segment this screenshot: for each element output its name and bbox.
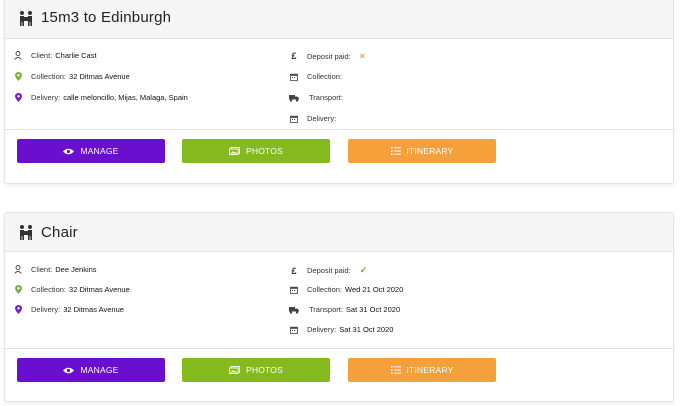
delivery-label: Delivery: — [31, 93, 61, 102]
delivery-row: Delivery: calle meloncillo, Mijas, Malag… — [13, 93, 188, 102]
images-icon — [229, 366, 240, 374]
truck-icon — [289, 306, 299, 314]
collection-row: Collection: 32 Ditmas Avenue — [13, 285, 130, 294]
deposit-label: Deposit paid: — [307, 51, 351, 61]
manage-button[interactable]: MANAGE — [17, 358, 165, 382]
map-pin-icon — [13, 93, 23, 102]
truck-icon — [289, 94, 299, 102]
delivery-date-value: Sat 31 Oct 2020 — [339, 325, 394, 334]
transport-row: Transport: — [289, 93, 346, 102]
client-label: Client: — [31, 265, 53, 274]
movers-icon — [17, 224, 35, 240]
delivery-date-label: Delivery: — [307, 325, 337, 334]
job-card: Chair Client: Dee Jenkins Collection: 32… — [4, 212, 674, 402]
collection-date-label: Collection: — [307, 72, 343, 81]
delivery-value: 32 Ditmas Avenue — [63, 305, 124, 314]
collection-label: Collection: — [31, 72, 67, 81]
map-pin-icon — [13, 285, 23, 294]
job-details: Client: Dee Jenkins Collection: 32 Ditma… — [5, 252, 673, 349]
job-card-header: 15m3 to Edinburgh — [5, 0, 673, 39]
images-icon — [229, 147, 240, 155]
client-label: Client: — [31, 51, 53, 60]
eye-icon — [63, 367, 75, 373]
photos-button-label: PHOTOS — [246, 365, 283, 375]
collection-label: Collection: — [31, 285, 67, 294]
job-actions: MANAGE PHOTOS ITINERARY — [5, 349, 673, 399]
client-value: Charlie Cast — [55, 51, 97, 60]
calendar-icon — [289, 286, 299, 294]
deposit-label: Deposit paid: — [307, 266, 351, 275]
delivery-label: Delivery: — [31, 305, 61, 314]
delivery-date-row: Delivery: Sat 31 Oct 2020 — [289, 325, 393, 334]
list-icon — [390, 366, 401, 374]
photos-button-label: PHOTOS — [246, 146, 283, 156]
job-card: 15m3 to Edinburgh Client: Charlie Cast C… — [4, 0, 674, 184]
list-icon — [390, 147, 401, 155]
transport-label: Transport: — [309, 305, 343, 314]
eye-icon — [63, 148, 75, 154]
collection-date-label: Collection: — [307, 285, 343, 294]
deposit-status: × — [359, 51, 366, 61]
map-pin-icon — [13, 72, 23, 81]
manage-button[interactable]: MANAGE — [17, 139, 165, 163]
delivery-row: Delivery: 32 Ditmas Avenue — [13, 305, 124, 314]
itinerary-button-label: ITINERARY — [406, 365, 454, 375]
collection-value: 32 Ditmas Avenue — [69, 72, 130, 81]
delivery-date-row: Delivery: — [289, 114, 339, 123]
client-value: Dee Jenkins — [55, 265, 97, 274]
job-title: Chair — [41, 223, 78, 241]
collection-date-row: Collection: Wed 21 Oct 2020 — [289, 285, 403, 294]
itinerary-button-label: ITINERARY — [406, 146, 454, 156]
calendar-icon — [289, 73, 299, 81]
calendar-icon — [289, 326, 299, 334]
manage-button-label: MANAGE — [80, 365, 119, 375]
delivery-value: calle meloncillo, Mijas, Malaga, Spain — [63, 93, 188, 102]
transport-row: Transport: Sat 31 Oct 2020 — [289, 305, 400, 314]
pound-icon: £ — [291, 51, 297, 61]
job-title: 15m3 to Edinburgh — [41, 9, 172, 26]
collection-value: 32 Ditmas Avenue — [69, 285, 130, 294]
pound-icon: £ — [291, 265, 297, 276]
delivery-date-label: Delivery: — [307, 114, 337, 123]
collection-date-row: Collection: — [289, 72, 345, 81]
itinerary-button[interactable]: ITINERARY — [348, 139, 496, 163]
client-row: Client: Dee Jenkins — [13, 265, 97, 274]
calendar-icon — [289, 115, 299, 123]
deposit-status: ✓ — [359, 265, 368, 275]
user-icon — [13, 51, 23, 60]
job-card-header: Chair — [5, 213, 673, 252]
job-actions: MANAGE PHOTOS ITINERARY — [5, 130, 673, 180]
photos-button[interactable]: PHOTOS — [182, 358, 330, 382]
collection-row: Collection: 32 Ditmas Avenue — [13, 72, 130, 81]
client-row: Client: Charlie Cast — [13, 51, 97, 60]
deposit-row: £ Deposit paid: ✓ — [289, 265, 367, 276]
photos-button[interactable]: PHOTOS — [182, 139, 330, 163]
transport-label: Transport: — [309, 93, 343, 102]
map-pin-icon — [13, 305, 23, 314]
job-details: Client: Charlie Cast Collection: 32 Ditm… — [5, 39, 673, 130]
itinerary-button[interactable]: ITINERARY — [348, 358, 496, 382]
transport-value: Sat 31 Oct 2020 — [345, 305, 401, 314]
manage-button-label: MANAGE — [80, 146, 119, 156]
movers-icon — [17, 10, 35, 26]
deposit-row: £ Deposit paid: × — [289, 51, 365, 61]
user-icon — [13, 265, 23, 274]
collection-date-value: Wed 21 Oct 2020 — [345, 285, 404, 294]
